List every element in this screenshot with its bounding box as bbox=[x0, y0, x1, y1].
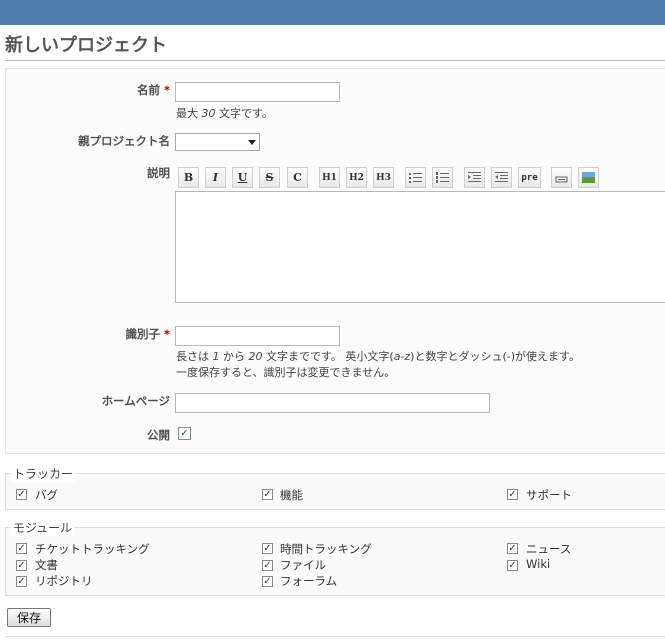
module-documents-checkbox[interactable]: ✓ bbox=[16, 560, 27, 571]
identifier-hint-1f: a-z bbox=[393, 350, 411, 363]
module-wiki-checkbox[interactable]: ✓ bbox=[507, 560, 518, 571]
module-forums-label: フォーラム bbox=[280, 574, 338, 588]
name-label: 名前 * bbox=[137, 82, 170, 98]
module-repository-label: リポジトリ bbox=[35, 574, 93, 588]
link-button[interactable] bbox=[551, 167, 572, 188]
identifier-hint-1d: 20 bbox=[248, 350, 263, 363]
indent-button[interactable] bbox=[464, 167, 485, 188]
unordered-list-button[interactable] bbox=[405, 167, 426, 188]
code-button[interactable]: C bbox=[287, 167, 308, 188]
name-hint-suffix: 文字です。 bbox=[215, 107, 273, 120]
identifier-hint-1b: 1 bbox=[212, 350, 220, 363]
page-title: 新しいプロジェクト bbox=[5, 35, 167, 56]
module-time-tracking-checkbox[interactable]: ✓ bbox=[262, 543, 273, 554]
name-input[interactable] bbox=[175, 82, 340, 102]
tracker-feature-label: 機能 bbox=[280, 488, 303, 502]
title-divider bbox=[5, 60, 665, 61]
tracker-support-checkbox[interactable]: ✓ bbox=[507, 489, 518, 500]
underline-button[interactable]: U bbox=[232, 167, 253, 188]
identifier-hint-2: 一度保存すると、識別子は変更できません。 bbox=[176, 366, 396, 379]
tracker-bug-checkbox[interactable]: ✓ bbox=[16, 489, 27, 500]
ordered-list-button[interactable] bbox=[432, 167, 453, 188]
identifier-hint-1g: )と数字とダッシュ( bbox=[410, 350, 507, 363]
numbered-list-icon bbox=[436, 172, 449, 183]
description-textarea[interactable] bbox=[175, 191, 665, 303]
tracker-bug-label: バグ bbox=[35, 488, 58, 502]
outdent-icon bbox=[495, 172, 508, 182]
identifier-hint-1a: 長さは bbox=[176, 350, 213, 363]
name-hint: 最大 30 文字です。 bbox=[176, 105, 273, 121]
module-time-tracking-label: 時間トラッキング bbox=[280, 542, 372, 556]
link-icon bbox=[555, 176, 568, 183]
heading1-button[interactable]: H1 bbox=[319, 167, 340, 188]
module-documents-label: 文書 bbox=[35, 558, 58, 572]
top-header-bar bbox=[0, 0, 665, 25]
modules-legend: モジュール bbox=[11, 519, 75, 536]
trackers-legend: トラッカー bbox=[11, 465, 76, 482]
image-button[interactable] bbox=[578, 167, 599, 188]
name-required-mark: * bbox=[163, 83, 170, 97]
name-hint-prefix: 最大 bbox=[176, 107, 202, 120]
bottom-divider bbox=[5, 636, 665, 637]
description-label: 説明 bbox=[147, 166, 170, 180]
module-files-checkbox[interactable]: ✓ bbox=[262, 560, 273, 571]
module-issue-tracking-checkbox[interactable]: ✓ bbox=[16, 543, 27, 554]
public-checkbox[interactable]: ✓ bbox=[178, 427, 191, 440]
image-icon bbox=[582, 172, 595, 183]
strike-button[interactable]: S bbox=[259, 167, 280, 188]
indent-icon bbox=[468, 172, 481, 182]
name-hint-num: 30 bbox=[201, 107, 216, 120]
bullet-list-icon bbox=[409, 173, 422, 183]
homepage-input[interactable] bbox=[175, 393, 490, 413]
italic-button[interactable]: I bbox=[205, 167, 226, 188]
chevron-down-icon bbox=[248, 140, 256, 145]
heading2-button[interactable]: H2 bbox=[346, 167, 367, 188]
parent-project-label: 親プロジェクト名 bbox=[78, 134, 170, 148]
module-issue-tracking-label: チケットトラッキング bbox=[35, 542, 150, 556]
outdent-button[interactable] bbox=[491, 167, 512, 188]
heading3-button[interactable]: H3 bbox=[373, 167, 394, 188]
module-wiki-label: Wiki bbox=[526, 557, 551, 571]
homepage-label: ホームページ bbox=[101, 394, 170, 408]
module-repository-checkbox[interactable]: ✓ bbox=[16, 576, 27, 587]
module-news-label: ニュース bbox=[526, 542, 572, 556]
module-files-label: ファイル bbox=[280, 558, 326, 572]
identifier-hint-1: 長さは 1 から 20 文字までです。 英小文字(a-z)と数字とダッシュ(-)… bbox=[176, 348, 580, 364]
public-label: 公開 bbox=[147, 428, 170, 442]
tracker-feature-checkbox[interactable]: ✓ bbox=[262, 489, 273, 500]
identifier-hint-1e: 文字までです。 英小文字( bbox=[262, 350, 394, 363]
identifier-input[interactable] bbox=[175, 326, 340, 346]
identifier-hint-1c: から bbox=[219, 350, 249, 363]
name-label-text: 名前 bbox=[136, 83, 160, 97]
identifier-label: 識別子 * bbox=[125, 326, 170, 342]
tracker-support-label: サポート bbox=[526, 488, 572, 502]
identifier-hint-1i: )が使えます。 bbox=[510, 350, 580, 363]
identifier-label-text: 識別子 bbox=[125, 327, 160, 341]
pre-button[interactable]: pre bbox=[518, 167, 541, 188]
parent-project-select[interactable] bbox=[175, 133, 260, 151]
module-news-checkbox[interactable]: ✓ bbox=[507, 543, 518, 554]
identifier-required-mark: * bbox=[163, 327, 170, 341]
module-forums-checkbox[interactable]: ✓ bbox=[262, 576, 273, 587]
bold-button[interactable]: B bbox=[178, 167, 199, 188]
save-button[interactable]: 保存 bbox=[7, 608, 51, 627]
